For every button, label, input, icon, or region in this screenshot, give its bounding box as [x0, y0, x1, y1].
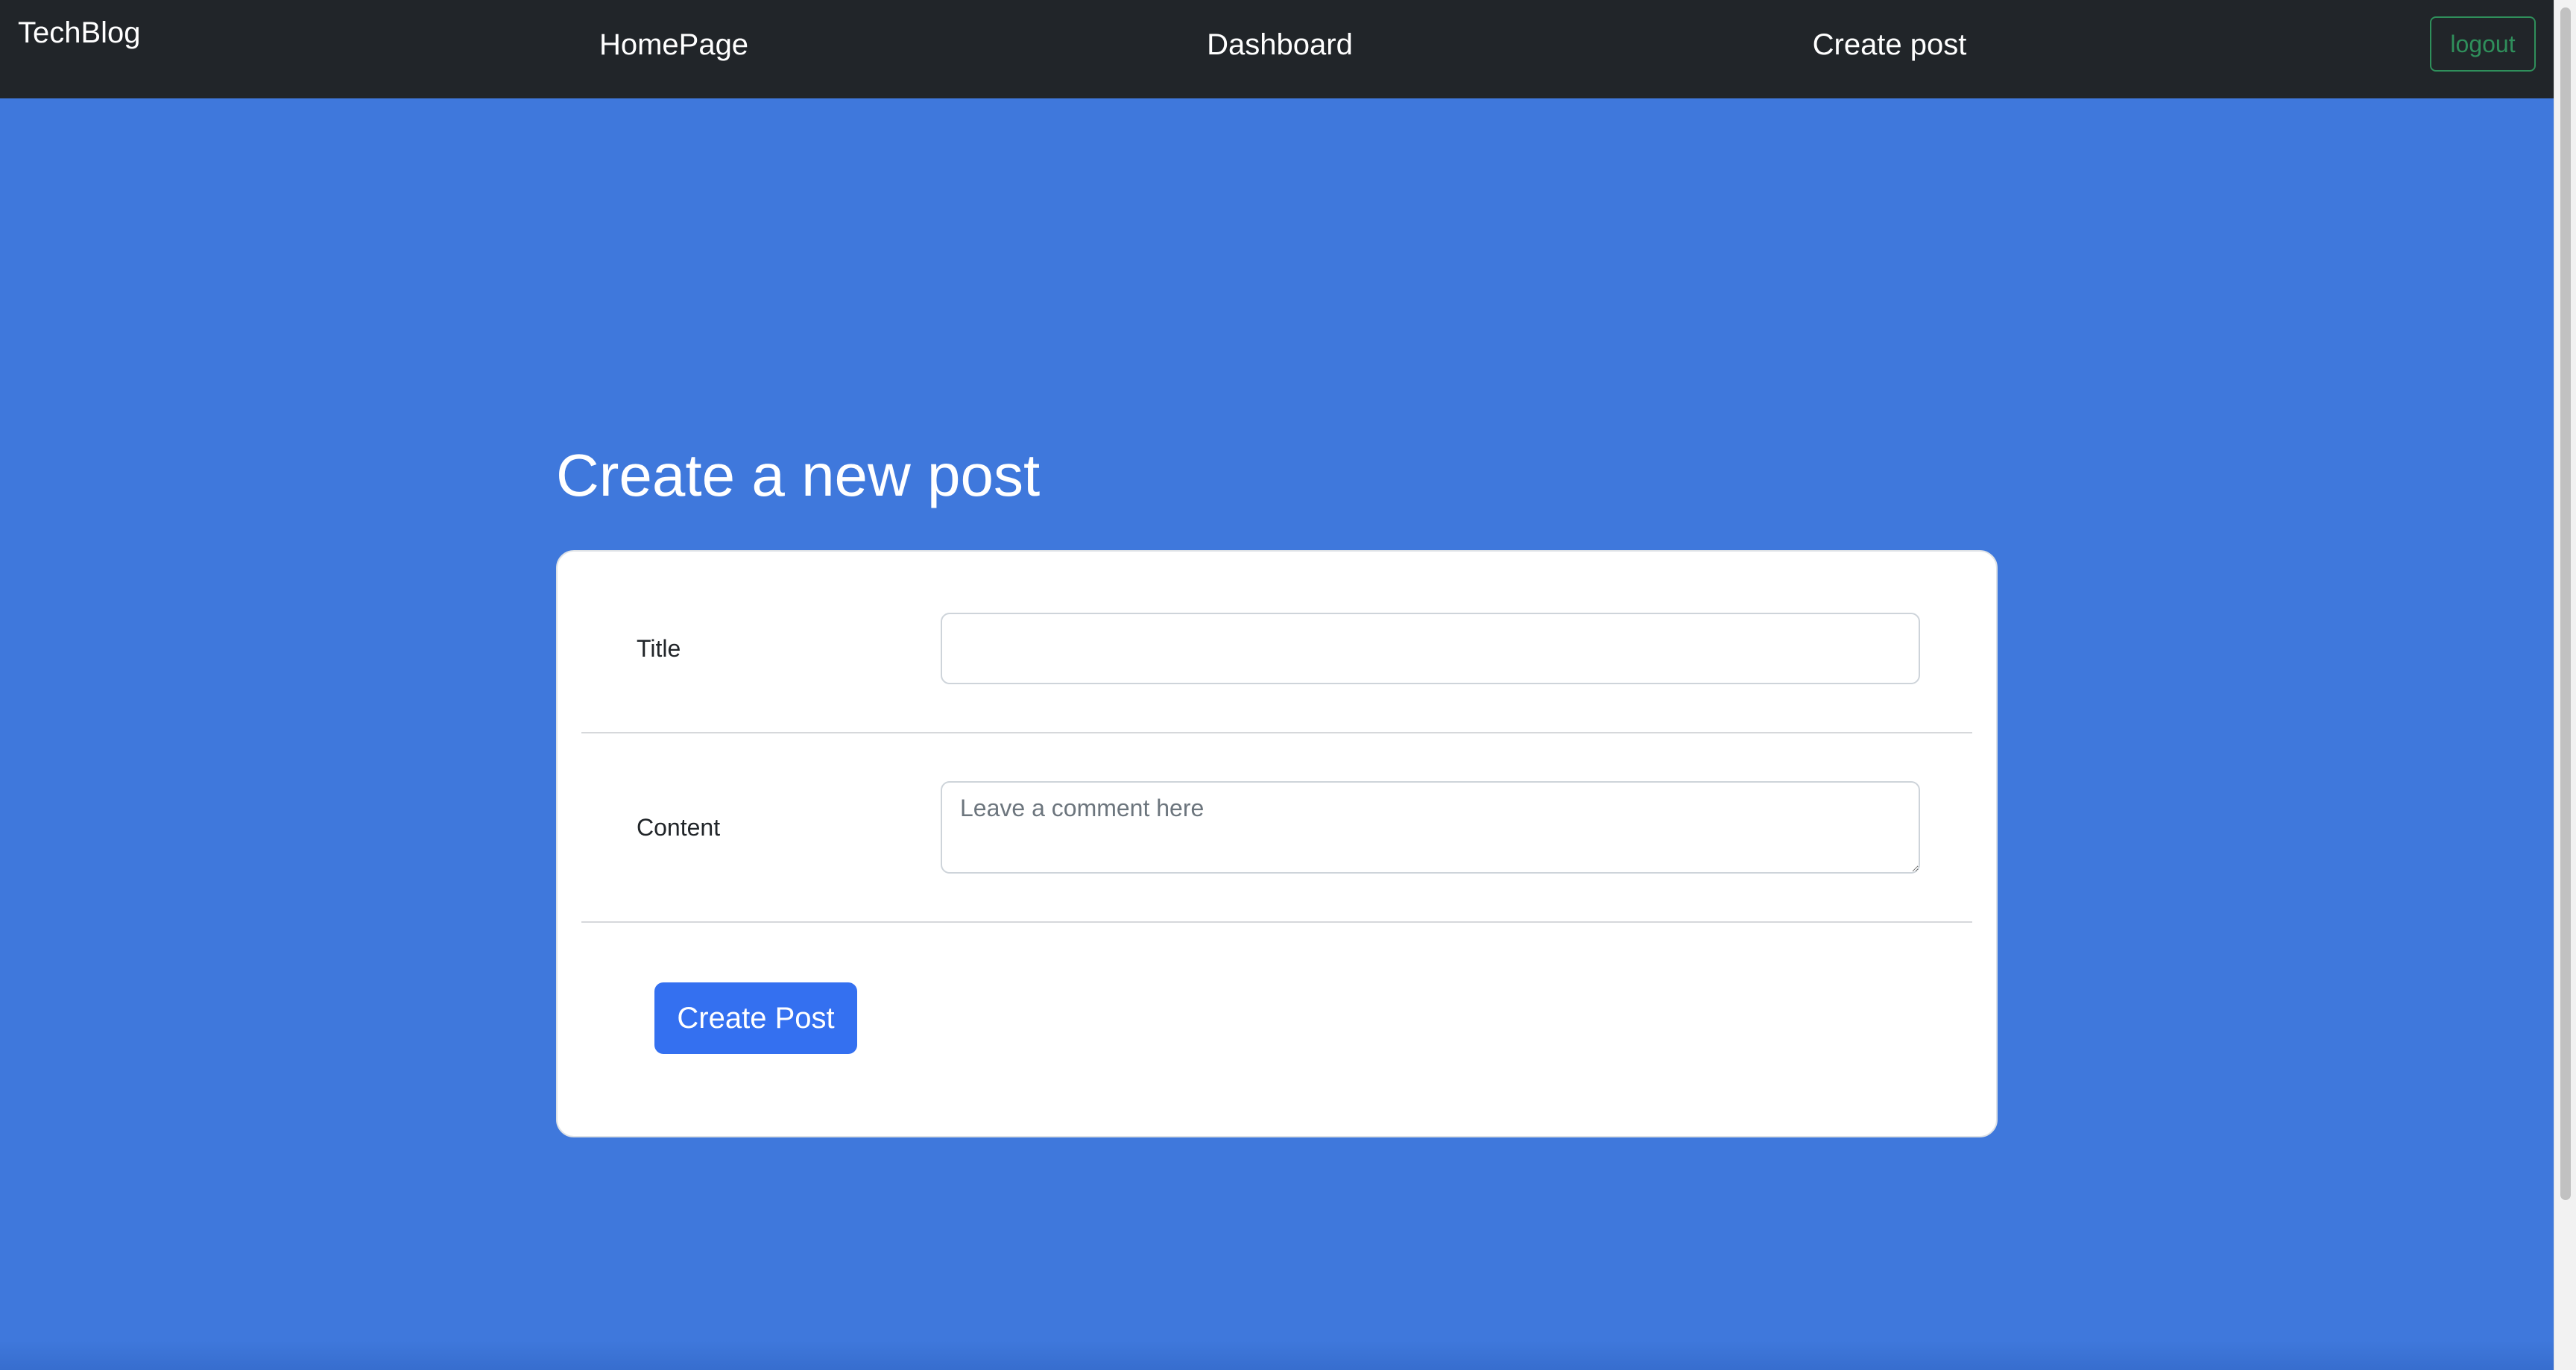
brand-link[interactable]: TechBlog	[18, 15, 141, 51]
nav-link-dashboard[interactable]: Dashboard	[1131, 27, 1429, 63]
scrollbar-thumb[interactable]	[2560, 7, 2571, 1200]
title-label: Title	[637, 635, 681, 662]
vertical-scrollbar[interactable]	[2554, 0, 2576, 1370]
title-input[interactable]	[941, 613, 1920, 684]
nav-link-create-post[interactable]: Create post	[1740, 27, 2039, 63]
logout-button[interactable]: logout	[2430, 16, 2536, 72]
create-post-button[interactable]: Create Post	[654, 982, 857, 1054]
content-label: Content	[637, 814, 721, 841]
top-navbar: TechBlog HomePage Dashboard Create post …	[0, 0, 2554, 98]
content-textarea[interactable]	[941, 781, 1920, 874]
create-post-form: Title Content Create Post	[556, 550, 1998, 1137]
nav-link-homepage[interactable]: HomePage	[525, 27, 823, 63]
page-title: Create a new post	[556, 442, 1041, 508]
form-divider	[581, 732, 1972, 733]
form-divider	[581, 921, 1972, 923]
bottom-shadow	[0, 1340, 2554, 1370]
